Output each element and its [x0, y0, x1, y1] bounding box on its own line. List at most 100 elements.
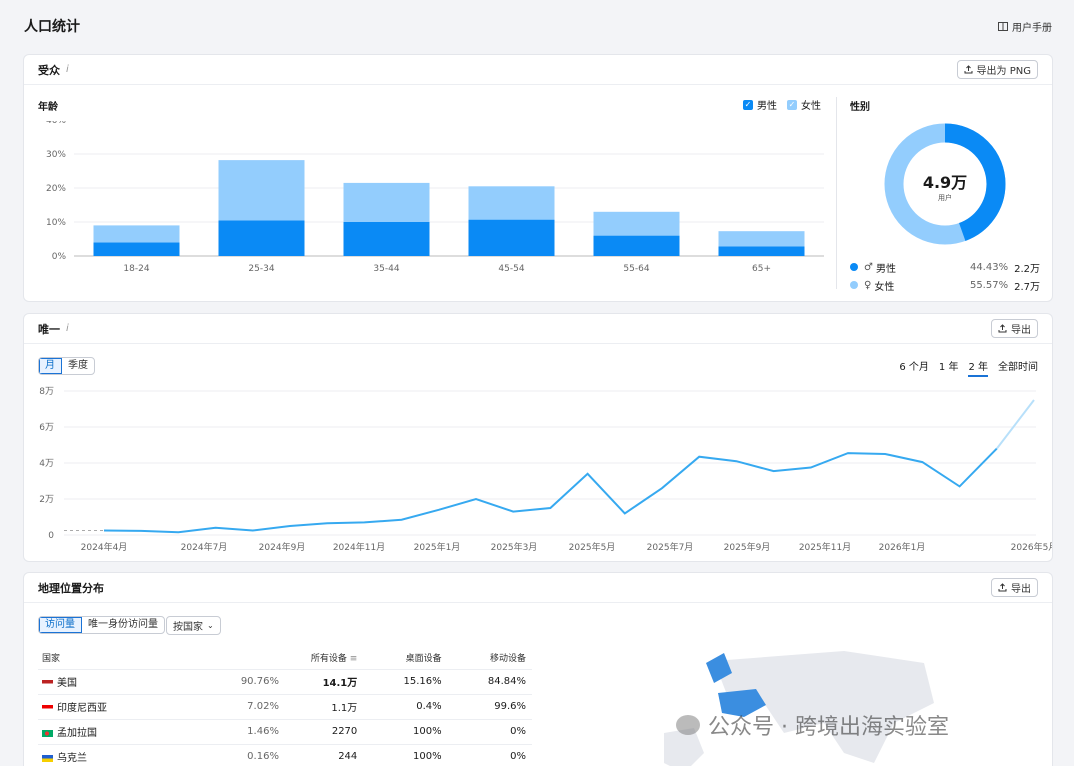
female-label: 女性	[874, 281, 895, 293]
watermark-text: 公众号 · 跨境出海实验室	[708, 715, 949, 740]
bar-male	[468, 219, 555, 256]
sort-icon: ≡	[349, 654, 358, 665]
male-label: 男性	[875, 263, 896, 275]
export-button[interactable]: 导出	[991, 319, 1038, 338]
y-tick-label: 4万	[39, 459, 54, 469]
country-name: 乌克兰	[57, 753, 87, 764]
export-label: 导出	[1011, 325, 1031, 336]
table-cell: 2270	[278, 719, 364, 745]
flag-icon	[42, 754, 53, 762]
geo-metric-toggle: 访问量 唯一身份访问量	[38, 616, 165, 634]
gender-row-male: ♂ 男性 44.43% 2.2万	[850, 258, 1040, 276]
table-cell: 100%	[363, 744, 448, 766]
by-country-dropdown[interactable]: 按国家 ⌄	[166, 616, 221, 635]
export-png-button[interactable]: 导出为 PNG	[956, 60, 1038, 79]
range-2-years[interactable]: 2 年	[968, 358, 988, 377]
total-users-value: 4.9万	[922, 173, 968, 192]
all-devices: 14.1万	[322, 678, 358, 689]
y-tick-label: 40%	[46, 121, 66, 126]
range-6-months[interactable]: 6 个月	[899, 358, 929, 377]
legend-female[interactable]: ✓ 女性	[787, 97, 821, 112]
upload-icon	[998, 583, 1007, 592]
geo-card: 地理位置分布 导出 访问量 唯一身份访问量 按国家 ⌄ 国家 所有设备 ≡ 桌面…	[23, 572, 1053, 766]
tab-quarter[interactable]: 季度	[62, 358, 94, 374]
table-cell: 1.1万	[278, 694, 364, 720]
x-tick-label: 2024年7月	[181, 541, 228, 553]
export-button[interactable]: 导出	[991, 578, 1038, 597]
table-cell: 90.76%	[206, 669, 279, 695]
audience-card: 受众 i 导出为 PNG 年龄 ✓ 男性 ✓ 女性 0% 10% 20% 30% 40% 1…	[23, 54, 1053, 302]
bar-female	[468, 186, 555, 220]
table-cell: 美国	[38, 669, 207, 695]
table-row[interactable]: 孟加拉国 1.46% 2270 100% 0%	[38, 719, 532, 745]
legend-female-label: 女性	[801, 101, 821, 112]
table-cell: 0%	[447, 744, 532, 766]
unique-card: 唯一 i 导出 月 季度 6 个月 1 年 2 年 全部时间 0 2万 4万 6万 8万 2…	[23, 313, 1053, 562]
country-table: 国家 所有设备 ≡ 桌面设备 移动设备 美国 90.76% 14.1万 15.16% 8…	[38, 647, 532, 766]
table-row[interactable]: 美国 90.76% 14.1万 15.16% 84.84%	[38, 669, 532, 695]
user-manual-link[interactable]: 用户手册	[998, 19, 1052, 34]
country-name: 孟加拉国	[57, 728, 97, 739]
watermark: 公众号 · 跨境出海实验室	[676, 709, 949, 741]
y-tick-label: 6万	[39, 423, 54, 433]
col-mobile[interactable]: 移动设备	[447, 647, 532, 670]
tab-month[interactable]: 月	[39, 358, 62, 374]
table-row[interactable]: 乌克兰 0.16% 244 100% 0%	[38, 744, 532, 766]
export-png-label: 导出为 PNG	[976, 66, 1031, 77]
table-cell: 7.02%	[206, 694, 279, 720]
mobile: 99.6%	[494, 701, 526, 712]
bar-male	[93, 242, 180, 256]
table-cell: 0.16%	[206, 744, 279, 766]
y-tick-label: 2万	[39, 495, 54, 505]
legend-male-label: 男性	[757, 101, 777, 112]
range-selector: 6 个月 1 年 2 年 全部时间	[899, 358, 1038, 377]
male-count: 2.2万	[1014, 263, 1040, 275]
table-row[interactable]: 印度尼西亚 7.02% 1.1万 0.4% 99.6%	[38, 694, 532, 720]
range-all-time[interactable]: 全部时间	[998, 358, 1038, 377]
y-tick-label: 0	[48, 531, 54, 541]
x-tick-label: 25-34	[248, 264, 274, 274]
world-map	[664, 651, 934, 766]
dot-icon	[850, 281, 858, 289]
upload-icon	[964, 65, 973, 74]
x-tick-label: 35-44	[373, 264, 399, 274]
y-tick-label: 0%	[52, 252, 67, 262]
x-tick-label: 2025年7月	[647, 541, 694, 553]
x-tick-label: 2025年1月	[414, 541, 461, 553]
bar-female	[593, 211, 680, 236]
y-tick-label: 10%	[46, 218, 66, 228]
col-all-devices-label: 所有设备	[310, 654, 347, 665]
country-name: 印度尼西亚	[57, 703, 107, 714]
bar-male	[343, 222, 430, 256]
table-cell: 15.16%	[363, 669, 448, 695]
table-cell: 乌克兰	[38, 744, 207, 766]
info-icon[interactable]: i	[66, 64, 69, 75]
share: 0.16%	[247, 751, 279, 762]
tab-visits[interactable]: 访问量	[39, 617, 82, 633]
female-symbol-icon: ♀	[864, 279, 872, 291]
x-tick-label: 45-54	[498, 264, 524, 274]
bar-male	[593, 235, 680, 256]
mobile: 84.84%	[487, 676, 526, 687]
chevron-down-icon: ⌄	[207, 621, 214, 630]
flag-icon	[42, 679, 53, 687]
mobile: 0%	[510, 726, 526, 737]
x-tick-label: 55-64	[623, 264, 649, 274]
legend-male[interactable]: ✓ 男性	[743, 97, 777, 112]
desktop: 100%	[413, 751, 442, 762]
col-country[interactable]: 国家	[38, 647, 207, 670]
bar-female	[343, 182, 430, 222]
y-tick-label: 8万	[39, 387, 54, 397]
tab-unique-visits[interactable]: 唯一身份访问量	[82, 617, 164, 633]
x-tick-label: 2025年3月	[491, 541, 538, 553]
range-1-year[interactable]: 1 年	[939, 358, 959, 377]
col-desktop[interactable]: 桌面设备	[363, 647, 448, 670]
total-users-caption: 用户	[938, 194, 952, 202]
gender-row-female: ♀ 女性 55.57% 2.7万	[850, 276, 1040, 294]
col-all-devices[interactable]: 所有设备 ≡	[278, 647, 364, 670]
divider	[836, 97, 837, 289]
x-tick-label: 2025年5月	[569, 541, 616, 553]
export-label: 导出	[1011, 584, 1031, 595]
info-icon[interactable]: i	[66, 323, 69, 334]
y-tick-label: 20%	[46, 184, 66, 194]
